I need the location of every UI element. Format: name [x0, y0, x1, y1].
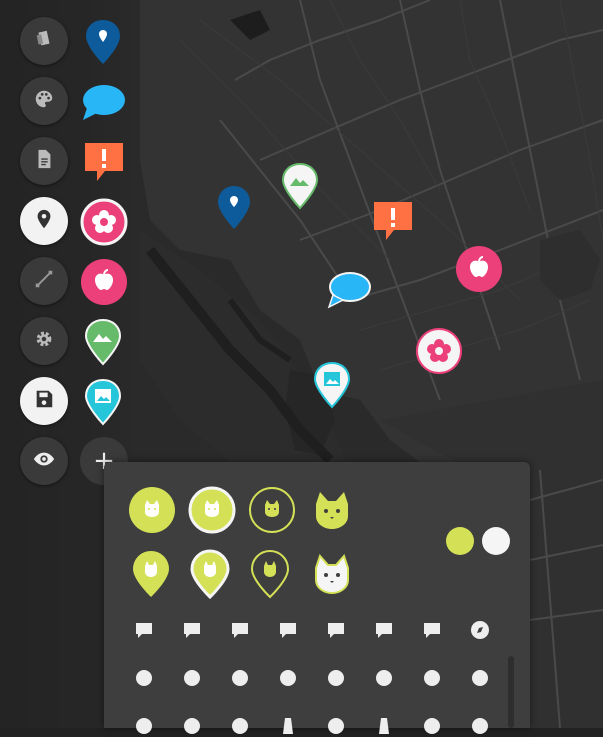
- comment-eye-icon[interactable]: [133, 619, 155, 641]
- shape-circle-bordered-option[interactable]: [188, 486, 236, 534]
- comment-question-icon[interactable]: [277, 619, 299, 641]
- shape-circle-outline-option[interactable]: [248, 486, 296, 534]
- polyline-icon: [33, 268, 55, 294]
- map-marker-orange-alert[interactable]: [372, 200, 414, 242]
- alert-bubble-icon: [391, 208, 395, 227]
- document-button[interactable]: [20, 137, 68, 185]
- style-button[interactable]: [20, 77, 68, 125]
- image-icon: [324, 372, 340, 386]
- shape-icon-only-option[interactable]: [308, 486, 356, 534]
- map-marker-teal-image[interactable]: [313, 361, 351, 409]
- icon-grid-scrollbar[interactable]: [508, 656, 514, 728]
- preset-blue-pin[interactable]: [83, 18, 123, 66]
- map-marker-green-mountain[interactable]: [281, 162, 319, 210]
- map-marker-pink-apple[interactable]: [455, 245, 503, 293]
- cake-icon[interactable]: [277, 667, 299, 689]
- comment-dots-icon[interactable]: [229, 619, 251, 641]
- food-drink-icon[interactable]: [469, 667, 491, 689]
- cookie-icon[interactable]: [181, 667, 203, 689]
- marker-button[interactable]: [20, 197, 68, 245]
- watermelon-icon[interactable]: [421, 667, 443, 689]
- map-marker-blue-pin[interactable]: [216, 185, 252, 231]
- shape-pin-bordered-option[interactable]: [190, 549, 230, 599]
- preset-orange-alert[interactable]: [83, 141, 125, 183]
- comment-plus-icon[interactable]: [181, 619, 203, 641]
- cherries-icon[interactable]: [229, 667, 251, 689]
- line-button[interactable]: [20, 257, 68, 305]
- bottle-icon[interactable]: [277, 715, 299, 737]
- cat-icon: [316, 492, 348, 529]
- settings-button[interactable]: [20, 317, 68, 365]
- shape-pin-filled-option[interactable]: [131, 549, 171, 599]
- grapes-icon[interactable]: [325, 667, 347, 689]
- shape-pin-outline-option[interactable]: [250, 549, 290, 599]
- preset-pink-apple[interactable]: [80, 258, 128, 306]
- preset-pink-flower[interactable]: [79, 198, 129, 246]
- cat-icon: [315, 554, 349, 595]
- carrot-icon[interactable]: [325, 715, 347, 737]
- layers-button[interactable]: [20, 17, 68, 65]
- save-icon: [33, 388, 55, 414]
- gamepad-icon[interactable]: [133, 667, 155, 689]
- compass-icon[interactable]: [469, 619, 491, 641]
- speech-bubble-icon: [83, 85, 125, 120]
- layers-icon: [33, 28, 55, 54]
- preset-teal-image[interactable]: [84, 378, 122, 426]
- document-icon: [33, 148, 55, 174]
- visibility-button[interactable]: [20, 437, 68, 485]
- comment-remove-icon[interactable]: [373, 619, 395, 641]
- map-marker-cyan-bubble[interactable]: [326, 270, 372, 310]
- rugby-icon[interactable]: [181, 715, 203, 737]
- comment-text-icon[interactable]: [421, 619, 443, 641]
- image-icon: [95, 389, 111, 403]
- preset-cyan-bubble[interactable]: [81, 82, 127, 122]
- save-button[interactable]: [20, 377, 68, 425]
- alert-bubble-icon: [102, 149, 106, 168]
- marker-icon: [33, 208, 55, 234]
- gear-icon: [33, 328, 55, 354]
- eye-icon: [33, 448, 55, 474]
- shape-circle-filled-option[interactable]: [128, 486, 176, 534]
- apple-core-icon[interactable]: [133, 715, 155, 737]
- shape-icon-badge-option[interactable]: [308, 550, 356, 598]
- map-marker-pink-flower[interactable]: [415, 327, 463, 375]
- tulip-icon[interactable]: [421, 715, 443, 737]
- color-swatch-accent[interactable]: [446, 527, 474, 555]
- speech-bubble-icon: [327, 272, 371, 309]
- palette-icon: [33, 88, 55, 114]
- cookie-heart-icon[interactable]: [469, 715, 491, 737]
- cupcake-icon[interactable]: [373, 715, 395, 737]
- comment-quote-icon[interactable]: [325, 619, 347, 641]
- pineapple-icon[interactable]: [373, 667, 395, 689]
- fork-knife-icon[interactable]: [229, 715, 251, 737]
- marker-style-panel: [104, 462, 530, 734]
- preset-green-mountain[interactable]: [84, 318, 122, 366]
- color-swatch-white[interactable]: [482, 527, 510, 555]
